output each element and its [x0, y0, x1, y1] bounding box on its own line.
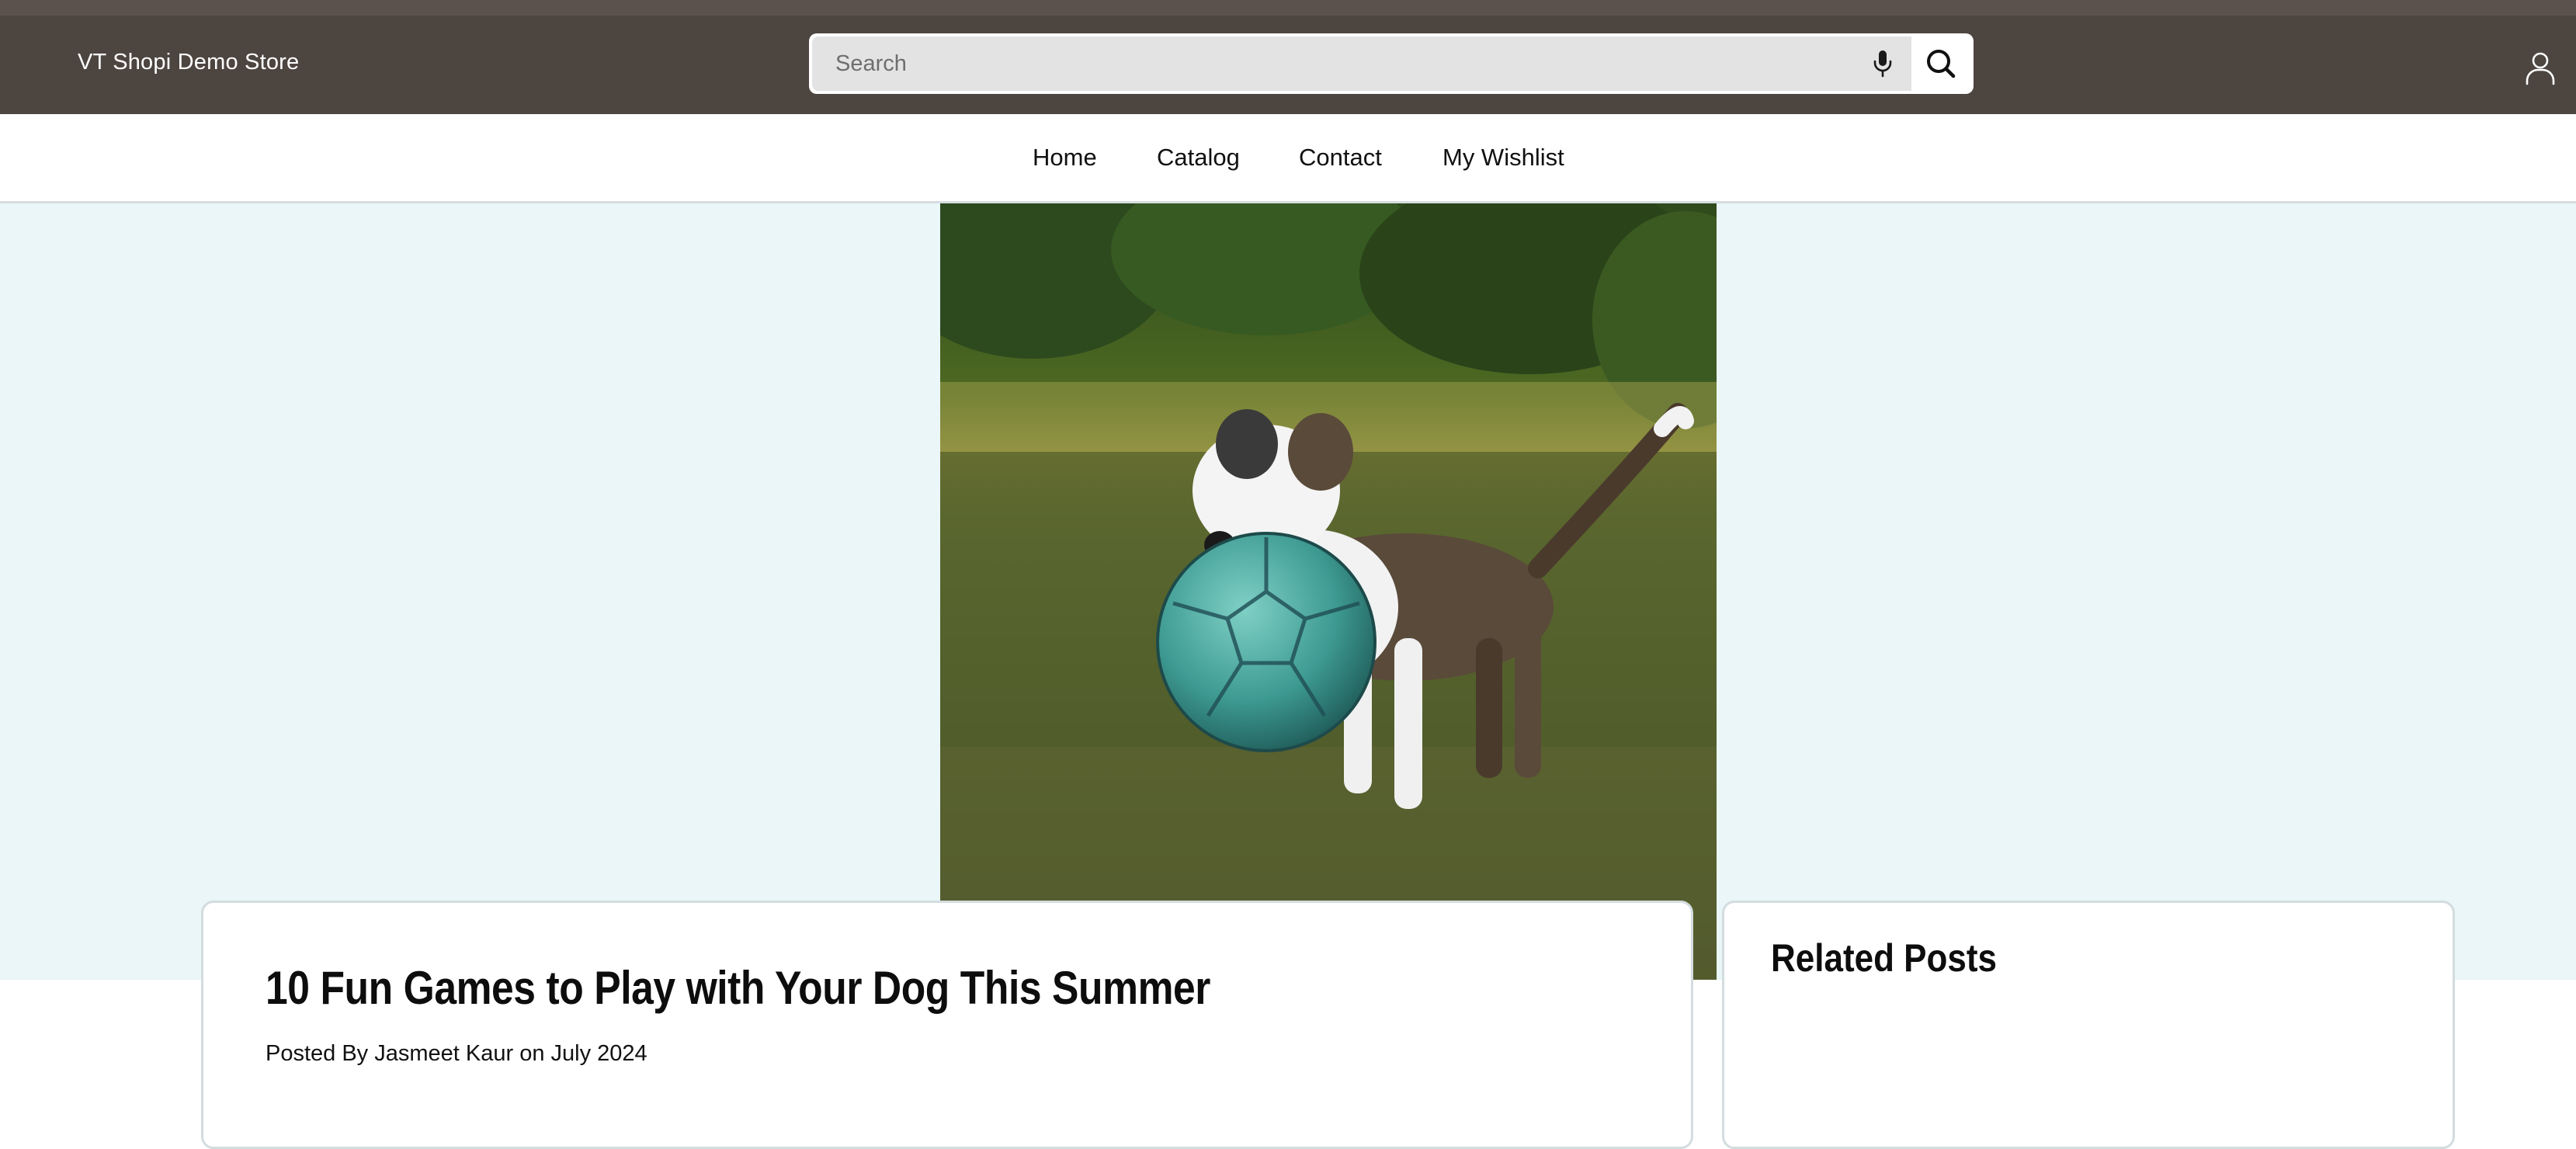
- article-title: 10 Fun Games to Play with Your Dog This …: [266, 962, 1210, 1014]
- search-input[interactable]: [812, 36, 1911, 91]
- site-header: VT Shopi Demo Store: [0, 16, 2576, 114]
- store-brand-link[interactable]: VT Shopi Demo Store: [78, 50, 299, 75]
- nav-item-contact[interactable]: Contact: [1299, 144, 1382, 172]
- article-card: 10 Fun Games to Play with Your Dog This …: [201, 901, 1693, 1149]
- nav-item-my-wishlist[interactable]: My Wishlist: [1442, 144, 1564, 172]
- nav-item-catalog[interactable]: Catalog: [1157, 144, 1240, 172]
- search-bar: [809, 33, 1974, 94]
- nav-item-home[interactable]: Home: [1033, 144, 1097, 172]
- related-posts-heading: Related Posts: [1771, 936, 1997, 980]
- search-button[interactable]: [1911, 36, 1970, 91]
- account-button[interactable]: [2518, 45, 2563, 92]
- related-posts-card: Related Posts: [1722, 901, 2455, 1149]
- article-meta: Posted By Jasmeet Kaur on July 2024: [266, 1041, 647, 1066]
- voice-search-button[interactable]: [1854, 36, 1911, 91]
- microphone-icon: [1873, 50, 1892, 78]
- header-top-strip: [0, 0, 2576, 16]
- hero-image: [940, 203, 1717, 980]
- main-nav: Home Catalog Contact My Wishlist: [0, 114, 2576, 203]
- user-icon: [2526, 52, 2555, 85]
- search-icon: [1927, 50, 1956, 78]
